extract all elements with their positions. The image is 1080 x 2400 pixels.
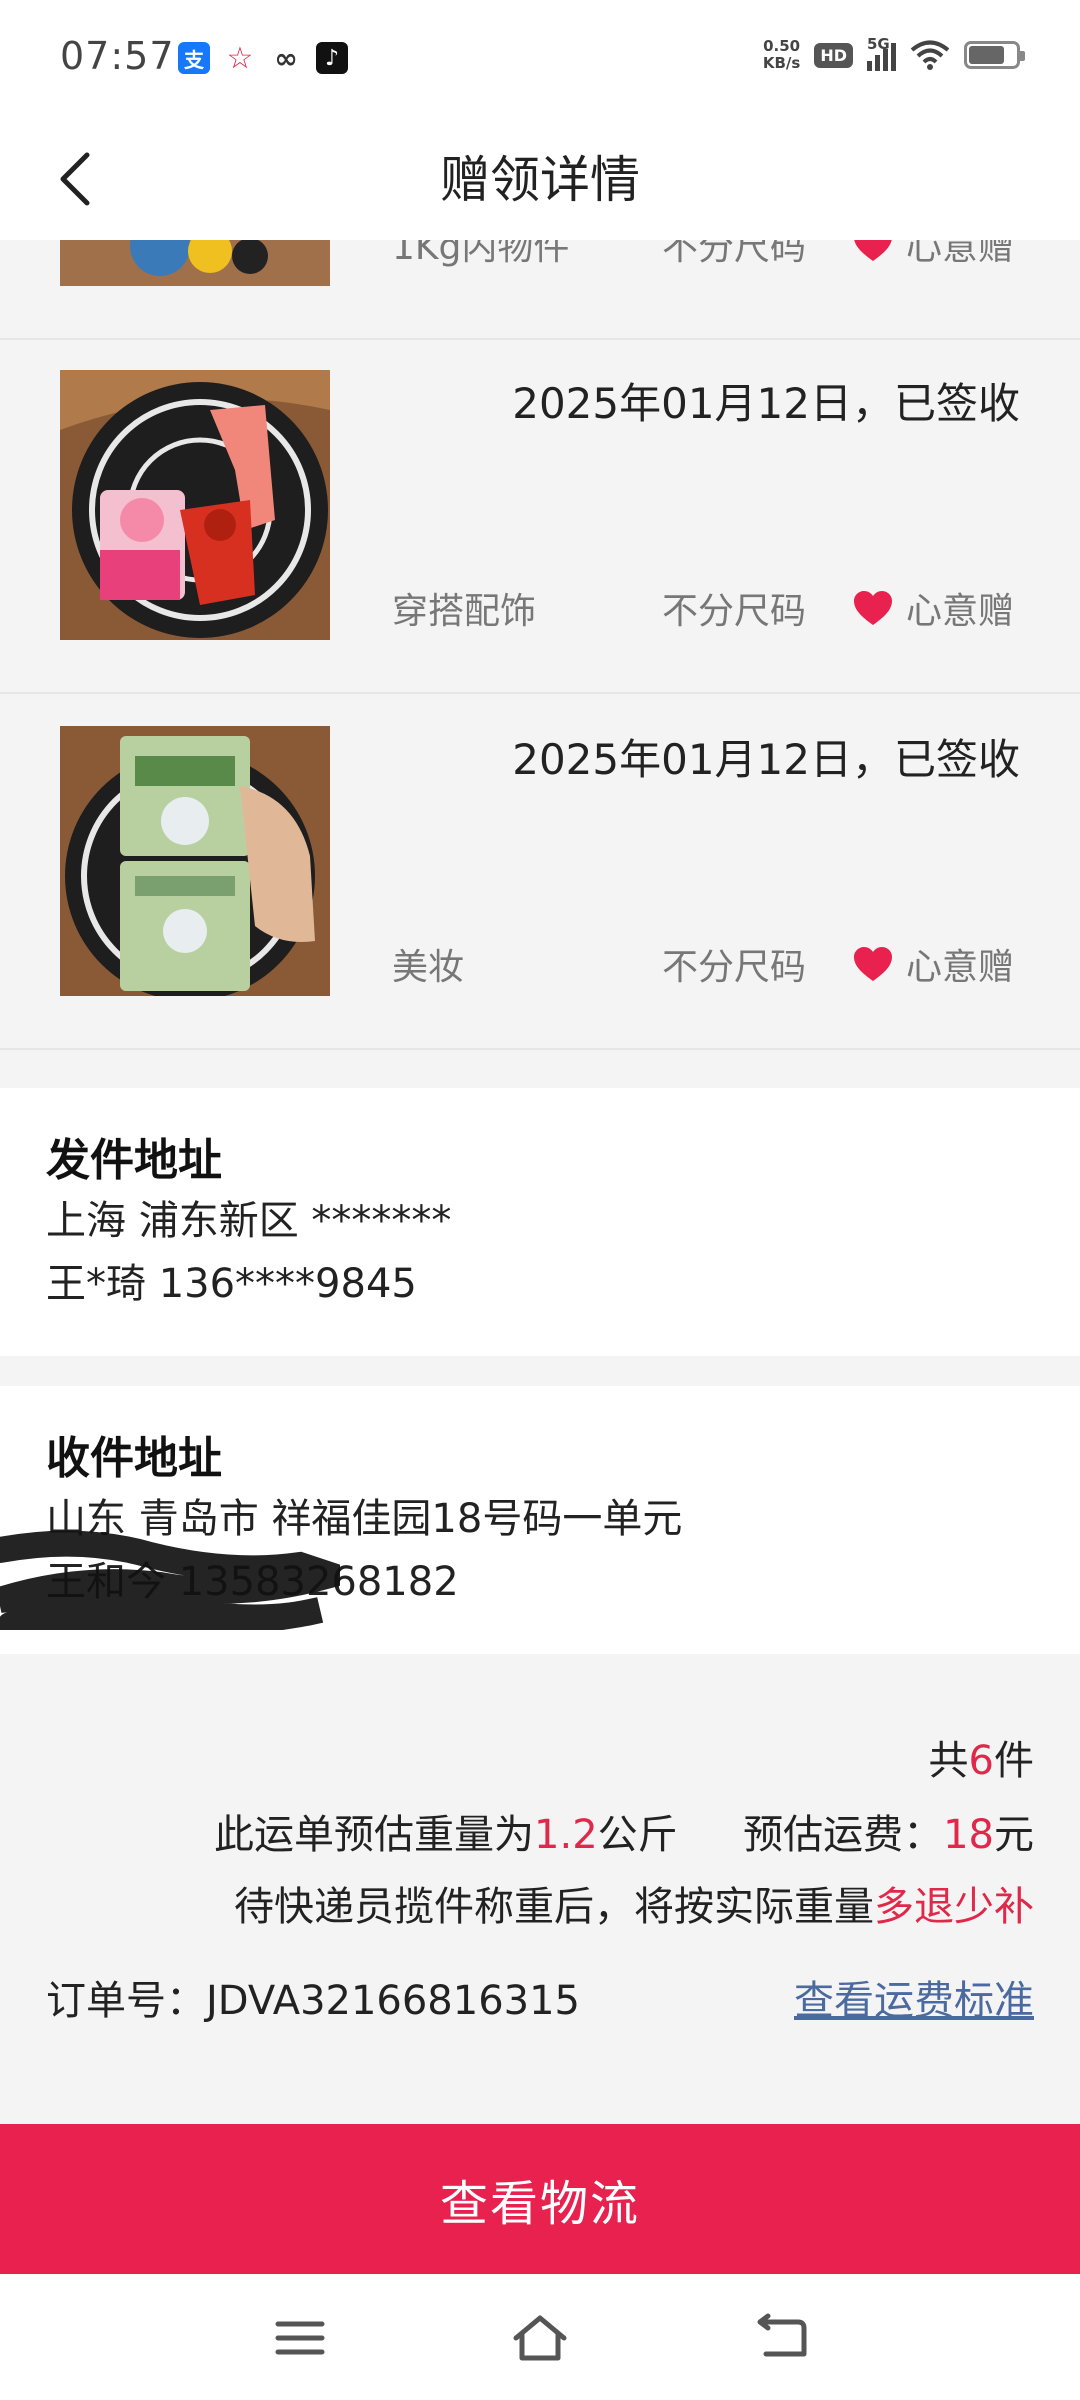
battery-level <box>969 46 1004 64</box>
alipay-icon: 支 <box>178 42 210 74</box>
sender-heading: 发件地址 <box>46 1135 222 1186</box>
sender-address: 上海 浦东新区 ******* <box>46 1198 452 1244</box>
receiver-heading: 收件地址 <box>46 1433 222 1484</box>
shipping-rate-link[interactable]: 查看运费标准 <box>794 1968 1034 2026</box>
signal-icon: 5G <box>867 35 896 71</box>
weight-note: 待快递员揽件称重后，将按实际重量多退少补 <box>234 1884 1034 1930</box>
redaction-scribble <box>0 1530 340 1630</box>
item-photo <box>60 370 330 640</box>
list-item[interactable]: 2025年01月12日，已签收 穿搭配饰 不分尺码 心意赠 <box>0 340 1080 694</box>
page-title: 赠领详情 <box>440 151 640 209</box>
status-bar-cover: 07:57 支 ☆ ∞ ♪ 0.50 KB/s HD 5G <box>0 0 1080 120</box>
loop-icon: ∞ <box>274 41 298 75</box>
home-icon[interactable] <box>510 2310 570 2366</box>
item-count: 共6件 <box>928 1738 1034 1784</box>
tiktok-icon: ♪ <box>316 42 348 74</box>
item-date-status: 2025年01月12日，已签收 <box>512 379 1020 428</box>
sender-contact: 王*琦 136****9845 <box>46 1261 417 1307</box>
gift-tag: 心意赠 <box>852 938 1014 990</box>
system-nav-bar <box>0 2274 1080 2400</box>
menu-icon[interactable] <box>270 2310 330 2366</box>
notification-icons: 支 ☆ ∞ ♪ <box>178 40 348 76</box>
hd-icon: HD <box>814 42 853 68</box>
item-size: 不分尺码 <box>662 591 807 632</box>
heart-icon <box>854 591 892 625</box>
wifi-icon <box>910 40 950 70</box>
sender-address-card: 发件地址 上海 浦东新区 ******* 王*琦 136****9845 <box>0 1088 1080 1356</box>
item-category: 美妆 <box>392 947 465 988</box>
net-speed: 0.50 KB/s <box>762 37 801 72</box>
heart-icon <box>854 947 892 981</box>
status-time: 07:57 <box>60 34 175 78</box>
order-number: 订单号：JDVA32166816315 <box>46 1978 581 2024</box>
system-icons: 0.50 KB/s HD 5G <box>762 35 1025 72</box>
gift-tag: 心意赠 <box>852 582 1014 634</box>
nav-header-cover: 赠领详情 <box>0 120 1080 240</box>
item-date-status: 2025年01月12日，已签收 <box>512 735 1020 784</box>
weight-fee-line: 此运单预估重量为1.2公斤 预估运费：18元 <box>214 1812 1034 1858</box>
item-size: 不分尺码 <box>662 947 807 988</box>
star-icon: ☆ <box>226 40 254 76</box>
view-logistics-button[interactable]: 查看物流 <box>0 2124 1080 2274</box>
item-photo <box>60 726 330 996</box>
list-item[interactable]: 2025年01月12日，已签收 美妆 不分尺码 心意赠 <box>0 696 1080 1050</box>
back-nav-icon[interactable] <box>752 2310 812 2366</box>
item-category: 穿搭配饰 <box>392 591 537 632</box>
battery-icon <box>964 41 1025 69</box>
